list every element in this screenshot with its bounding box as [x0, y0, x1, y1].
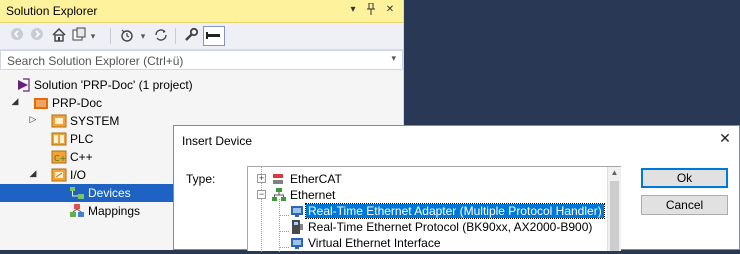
preview-selected-items-icon[interactable] [203, 26, 225, 46]
device-tree-item-rt-ethernet-adapter[interactable]: Real-Time Ethernet Adapter (Multiple Pro… [248, 203, 608, 219]
solution-explorer-title: Solution Explorer [6, 4, 98, 18]
ethernet-icon [271, 187, 287, 203]
device-tree-item-rt-ethernet-protocol[interactable]: Real-Time Ethernet Protocol (BK90xx, AX2… [248, 219, 608, 235]
toolbar-separator [175, 28, 176, 44]
expanded-arrow-icon[interactable]: ◢ [10, 96, 20, 107]
switch-views-dropdown-icon[interactable]: ▾ [88, 27, 98, 45]
insert-device-dialog: Insert Device ✕ Type: + EtherCAT − Ether… [173, 125, 740, 252]
devices-icon [69, 185, 85, 201]
device-tree-scrollbar[interactable]: ▲ [607, 167, 621, 251]
io-icon [51, 167, 67, 183]
close-icon[interactable]: ✕ [383, 3, 397, 17]
adapter-icon [289, 235, 305, 251]
scrollbar-thumb[interactable] [610, 181, 619, 251]
tree-item-label: C++ [70, 150, 93, 164]
device-tree-item-virtual-ethernet[interactable]: Virtual Ethernet Interface [248, 235, 608, 251]
cpp-icon: C+ [51, 149, 67, 165]
collapse-minus-icon[interactable]: − [257, 190, 266, 199]
tree-item-label: Solution 'PRP-Doc' (1 project) [34, 78, 193, 92]
cancel-button[interactable]: Cancel [641, 195, 728, 215]
device-tree-label: EtherCAT [290, 172, 342, 186]
ethercat-icon [271, 171, 287, 187]
tree-item-label: SYSTEM [70, 114, 120, 128]
ok-button[interactable]: Ok [641, 168, 728, 188]
close-icon[interactable]: ✕ [716, 129, 734, 147]
type-label: Type: [186, 172, 216, 186]
solution-icon [15, 77, 31, 93]
dropdown-icon[interactable]: ▾ [346, 3, 360, 17]
project-icon [33, 95, 49, 111]
adapter-icon [289, 203, 305, 219]
device-tree-item-ethernet[interactable]: − Ethernet [248, 187, 608, 203]
properties-icon[interactable] [182, 27, 200, 45]
back-icon[interactable] [8, 27, 26, 45]
tree-item-label: PLC [70, 132, 94, 146]
tree-item-label: PRP-Doc [52, 96, 103, 110]
system-icon [51, 113, 67, 129]
expanded-arrow-icon[interactable]: ◢ [28, 168, 38, 179]
device-type-tree[interactable]: + EtherCAT − Ethernet Real-Time Ethernet… [247, 166, 621, 252]
device-tree-label: Ethernet [290, 188, 336, 202]
protocol-icon [289, 219, 305, 235]
pending-changes-icon[interactable] [118, 27, 136, 45]
solution-explorer-search[interactable]: Search Solution Explorer (Ctrl+ü) ▾ [0, 50, 403, 70]
search-options-icon[interactable]: ▾ [391, 53, 396, 64]
device-tree-label: Real-Time Ethernet Adapter (Multiple Pro… [305, 203, 605, 219]
forward-icon[interactable] [28, 27, 46, 45]
expand-plus-icon[interactable]: + [257, 174, 266, 183]
collapsed-arrow-icon[interactable]: ▷ [28, 114, 38, 125]
device-tree-label: Virtual Ethernet Interface [308, 236, 441, 250]
toolbar-separator [110, 28, 111, 44]
plc-icon [51, 131, 67, 147]
mappings-icon [69, 203, 85, 219]
switch-views-icon[interactable] [70, 27, 88, 45]
device-tree-item-ethercat[interactable]: + EtherCAT [248, 171, 608, 187]
solution-explorer-toolbar: ▾ ▾ [0, 23, 403, 50]
tree-item-label: I/O [70, 168, 87, 182]
tree-item-project[interactable]: ◢ PRP-Doc [0, 94, 403, 112]
sync-icon[interactable] [152, 27, 170, 45]
svg-text:C+: C+ [54, 154, 66, 163]
search-input[interactable]: Search Solution Explorer (Ctrl+ü) [7, 54, 183, 68]
tree-item-label: Mappings [88, 204, 141, 218]
home-icon[interactable] [50, 27, 68, 45]
pending-changes-dropdown-icon[interactable]: ▾ [138, 27, 148, 45]
scroll-up-icon[interactable]: ▲ [608, 168, 621, 177]
device-tree-label: Real-Time Ethernet Protocol (BK90xx, AX2… [308, 220, 593, 234]
pin-icon[interactable] [364, 2, 378, 17]
dialog-title: Insert Device [182, 134, 253, 148]
tree-item-solution[interactable]: Solution 'PRP-Doc' (1 project) [0, 76, 403, 94]
solution-explorer-titlebar[interactable]: Solution Explorer ▾ ✕ [0, 0, 403, 23]
tree-item-label: Devices [88, 186, 131, 200]
